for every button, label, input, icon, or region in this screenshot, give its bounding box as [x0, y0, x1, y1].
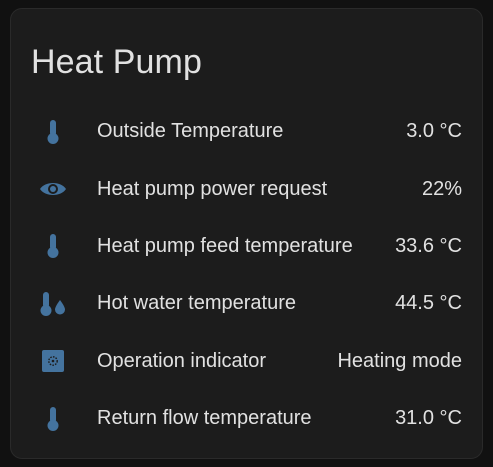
entity-value: 44.5 °C: [395, 292, 462, 315]
entity-value: 31.0 °C: [395, 407, 462, 430]
entity-label: Outside Temperature: [97, 120, 284, 143]
entity-row-heat-pump-power-request[interactable]: Heat pump power request 22%: [11, 160, 482, 217]
thermometer-icon: [37, 116, 69, 148]
entity-value: 33.6 °C: [395, 234, 462, 257]
entity-row-outside-temperature[interactable]: Outside Temperature 3.0 °C: [11, 103, 482, 160]
entity-row-hot-water-temperature[interactable]: Hot water temperature 44.5 °C: [11, 275, 482, 332]
thermometer-icon: [37, 230, 69, 262]
entity-label: Heat pump power request: [97, 177, 328, 200]
entity-label: Heat pump feed temperature: [97, 234, 353, 257]
eye-icon: [37, 173, 69, 205]
entity-value: 22%: [421, 177, 462, 200]
operation-indicator-icon: [37, 345, 69, 377]
entity-row-heat-pump-feed-temperature[interactable]: Heat pump feed temperature 33.6 °C: [11, 218, 482, 275]
entity-label: Hot water temperature: [97, 292, 296, 315]
entity-value: Heating mode: [337, 349, 462, 372]
entity-list: Outside Temperature 3.0 °C Heat pump pow…: [11, 103, 482, 447]
thermometer-icon: [37, 403, 69, 435]
thermometer-water-icon: [37, 288, 69, 320]
heat-pump-card: Heat Pump Outside Temperature 3.0 °C Hea…: [10, 8, 483, 459]
entity-row-operation-indicator[interactable]: Operation indicator Heating mode: [11, 333, 482, 390]
entity-label: Return flow temperature: [97, 407, 312, 430]
entity-row-return-flow-temperature[interactable]: Return flow temperature 31.0 °C: [11, 390, 482, 447]
entity-label: Operation indicator: [97, 349, 266, 372]
card-title: Heat Pump: [31, 43, 202, 81]
entity-value: 3.0 °C: [406, 120, 462, 143]
